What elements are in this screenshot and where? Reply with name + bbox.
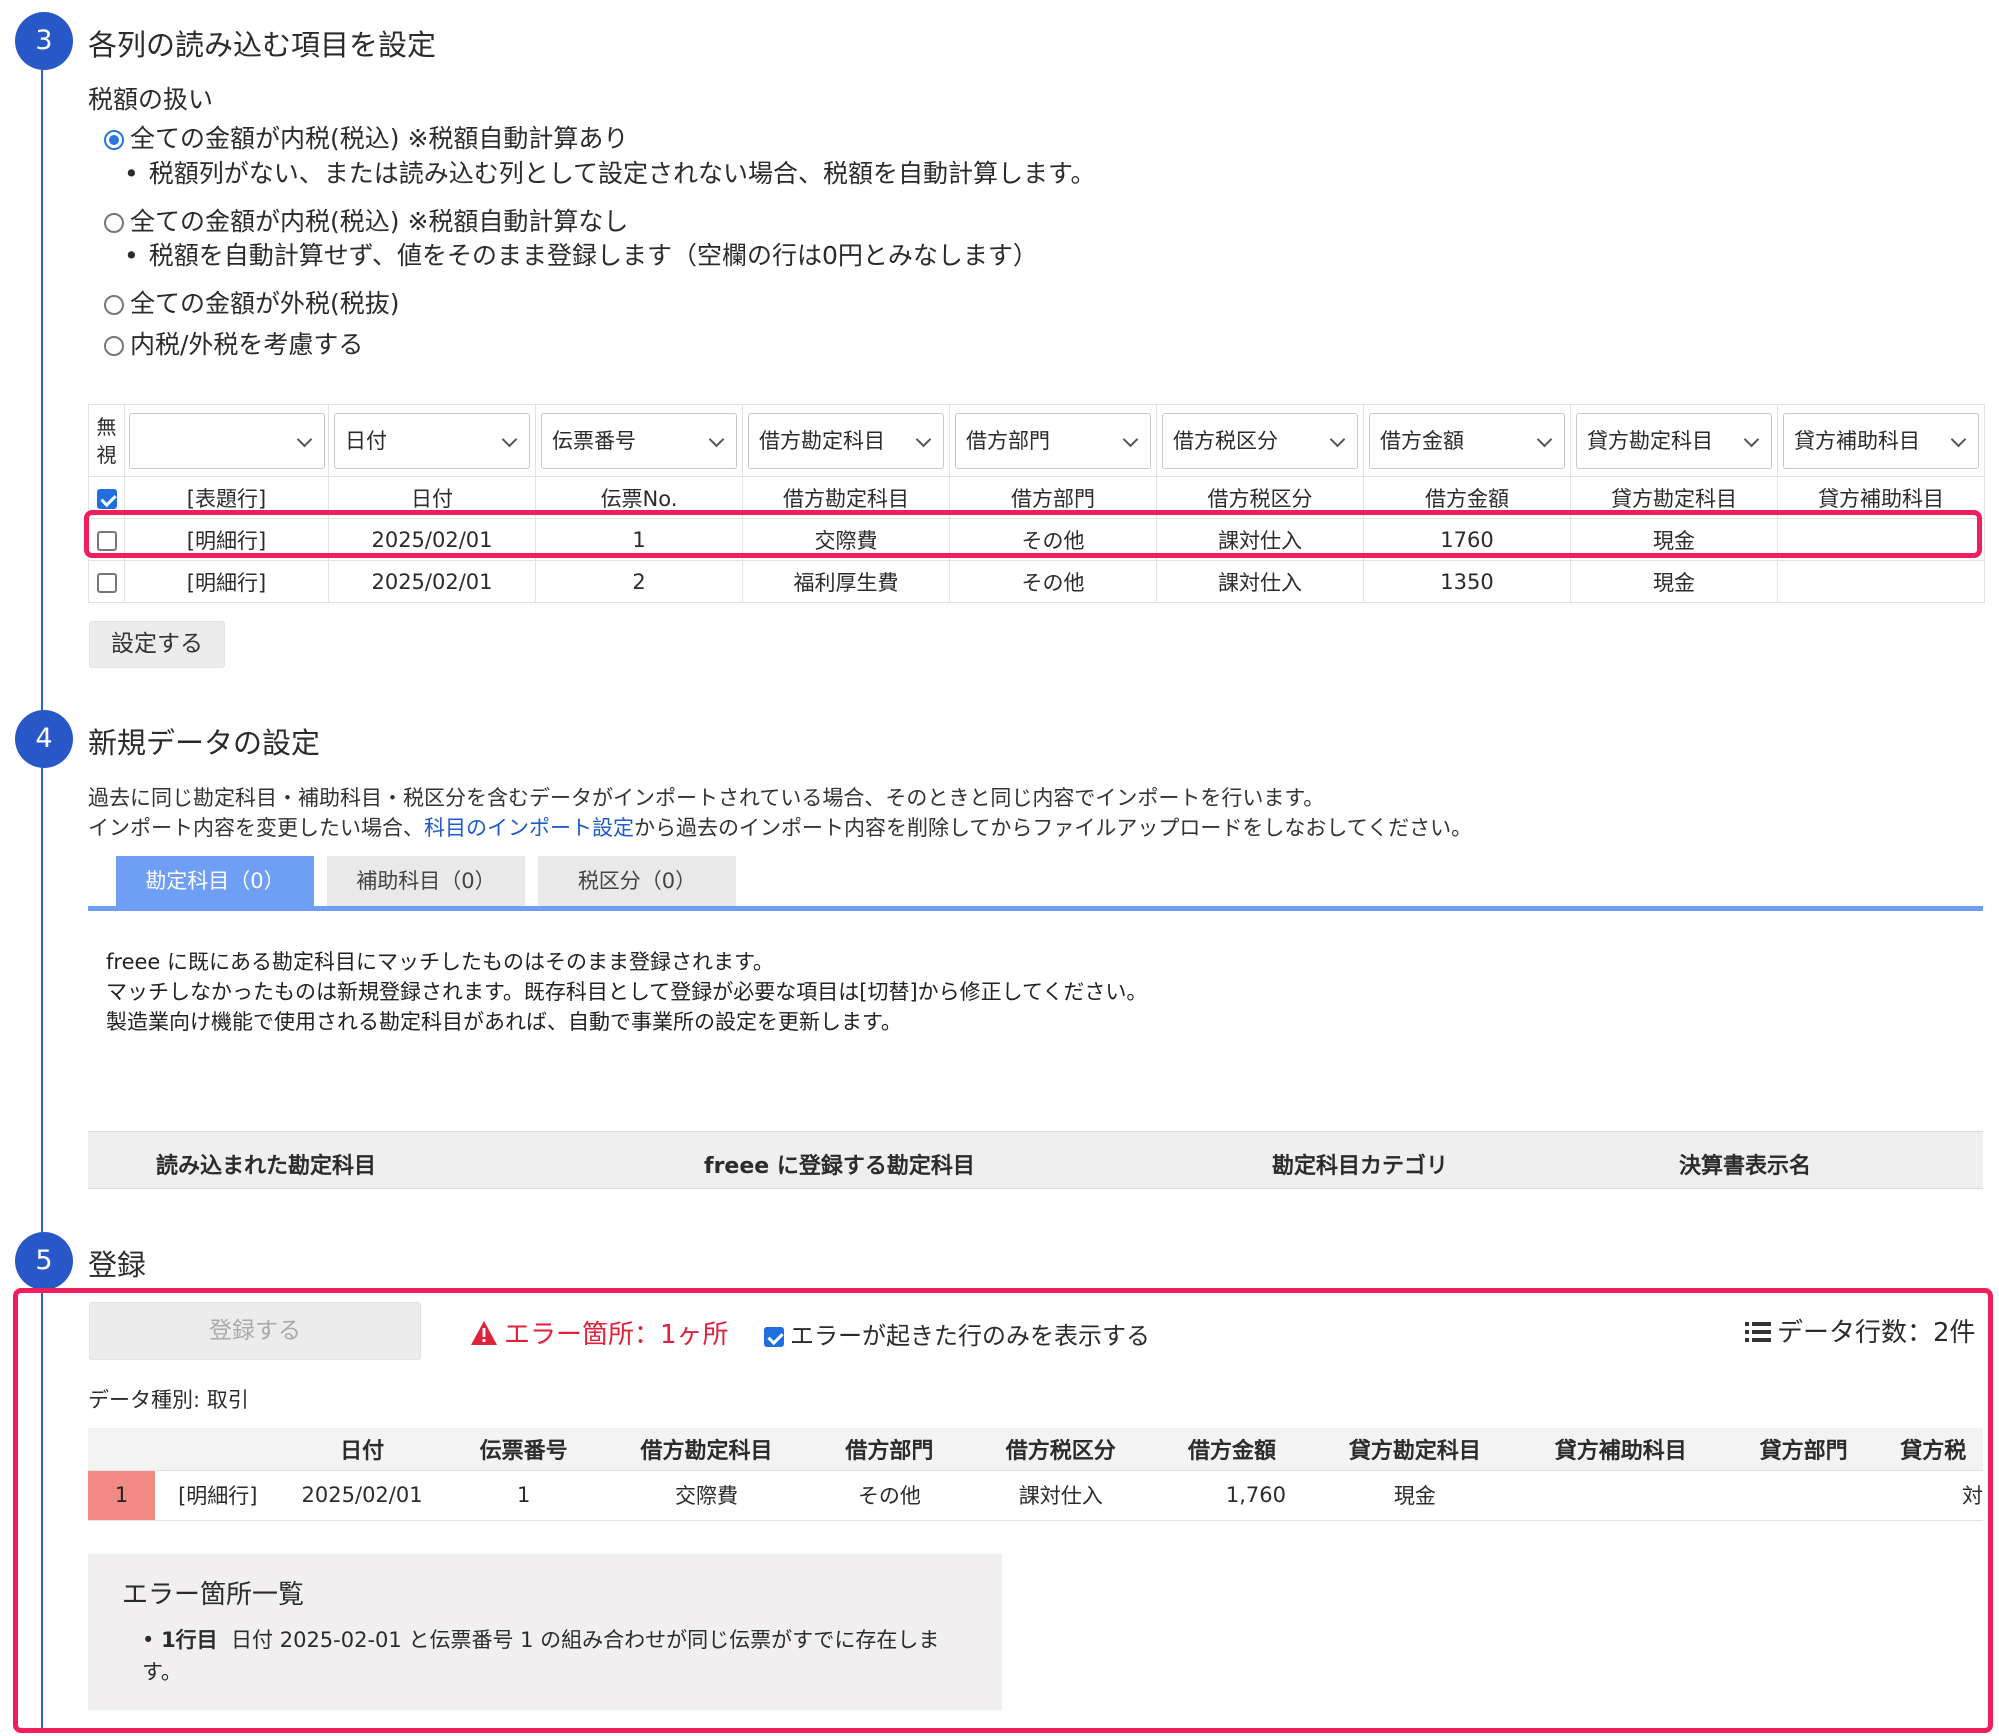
error-list-item: • 1行目 日付 2025-02-01 と伝票番号 1 の組み合わせが同じ伝票が… xyxy=(142,1628,940,1684)
column-header: 貸方部門 xyxy=(1723,1428,1884,1471)
column-header: 借方税区分 xyxy=(969,1428,1153,1471)
table-cell: 課対仕入 xyxy=(969,1470,1153,1521)
table-cell: 現金 xyxy=(1311,1470,1518,1521)
column-header: 借方勘定科目 xyxy=(603,1428,810,1471)
table-cell: 対 xyxy=(1883,1470,1983,1521)
table-cell xyxy=(1723,1470,1884,1521)
column-header: 借方金額 xyxy=(1152,1428,1312,1471)
table-cell: 1 xyxy=(443,1470,604,1521)
table-row: 1 [明細行] 2025/02/01 1 交際費 その他 課対仕入 1,760 … xyxy=(88,1470,1983,1521)
error-row-number: 1 xyxy=(88,1470,156,1521)
table-cell: 交際費 xyxy=(603,1470,810,1521)
error-list-title: エラー箇所一覧 xyxy=(122,1580,305,1610)
column-header: 借方部門 xyxy=(809,1428,970,1471)
column-header: 伝票番号 xyxy=(443,1428,604,1471)
table-cell: その他 xyxy=(809,1470,970,1521)
table-header-row: 日付 伝票番号 借方勘定科目 借方部門 借方税区分 借方金額 貸方勘定科目 貸方… xyxy=(88,1428,1983,1471)
column-header xyxy=(88,1428,156,1471)
table-cell: 2025/02/01 xyxy=(280,1470,444,1521)
table-cell: [明細行] xyxy=(155,1470,281,1521)
error-list-box: エラー箇所一覧 • 1行目 日付 2025-02-01 と伝票番号 1 の組み合… xyxy=(88,1554,1002,1710)
register-table: 日付 伝票番号 借方勘定科目 借方部門 借方税区分 借方金額 貸方勘定科目 貸方… xyxy=(88,1428,1983,1521)
column-header xyxy=(155,1428,281,1471)
column-header: 日付 xyxy=(280,1428,444,1471)
column-header: 貸方税 xyxy=(1883,1428,1983,1471)
column-header: 貸方補助科目 xyxy=(1517,1428,1724,1471)
column-header: 貸方勘定科目 xyxy=(1311,1428,1518,1471)
table-cell: 1,760 xyxy=(1152,1470,1312,1521)
table-cell xyxy=(1517,1470,1724,1521)
